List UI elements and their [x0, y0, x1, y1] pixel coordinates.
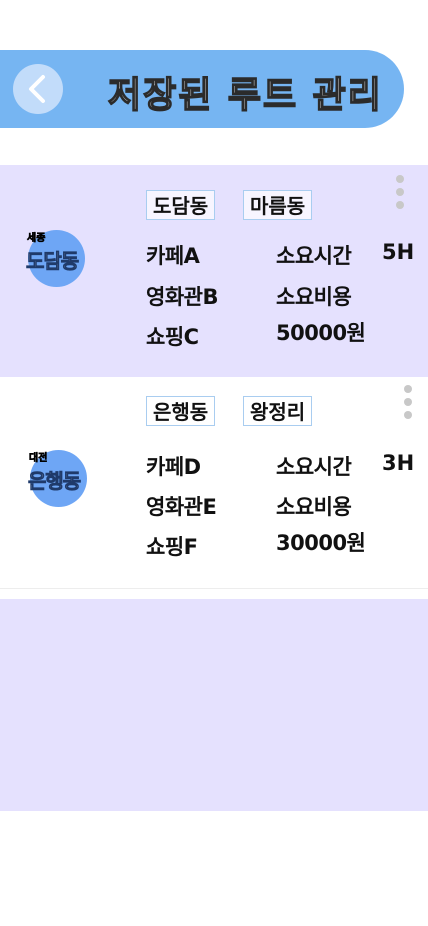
- region-badge: 대전 은행동: [28, 450, 87, 507]
- time-label: 소요시간: [276, 244, 352, 268]
- route-tag-chip: 도담동: [146, 190, 216, 220]
- back-button[interactable]: [13, 64, 63, 114]
- saved-routes-screen: 저장된 루트 관리 세종 도담동 도담동 마름동 카페A 영화관B 쇼핑C 소요…: [0, 0, 428, 926]
- region-badge: 세종 도담동: [26, 230, 85, 287]
- region-city-label: 세종: [27, 233, 46, 245]
- route-card[interactable]: 대전 은행동 은행동 왕정리 카페D 영화관E 쇼핑F 소요시간 3H 소요비용…: [0, 379, 428, 589]
- region-dong-label: 도담동: [26, 249, 80, 274]
- more-vertical-icon[interactable]: [400, 385, 416, 425]
- route-place: 쇼핑F: [146, 535, 198, 559]
- header-bar: 저장된 루트 관리: [0, 50, 404, 128]
- cost-value: 30000원: [276, 531, 366, 555]
- more-vertical-icon[interactable]: [392, 175, 408, 215]
- route-place: 쇼핑C: [146, 325, 199, 349]
- route-card[interactable]: 세종 도담동 도담동 마름동 카페A 영화관B 쇼핑C 소요시간 5H 소요비용…: [0, 165, 428, 377]
- time-value: 3H: [382, 451, 415, 475]
- page-title: 저장된 루트 관리: [107, 74, 383, 117]
- route-tag-chip: 마름동: [243, 190, 313, 220]
- route-place: 영화관E: [146, 495, 217, 519]
- route-place: 카페D: [146, 455, 201, 479]
- time-value: 5H: [382, 240, 415, 264]
- time-label: 소요시간: [276, 455, 352, 479]
- cost-label: 소요비용: [276, 285, 352, 309]
- route-tag-chip: 왕정리: [243, 396, 313, 426]
- region-dong-label: 은행동: [28, 469, 82, 494]
- empty-route-slot: [0, 599, 428, 811]
- cost-label: 소요비용: [276, 495, 352, 519]
- region-city-label: 대전: [29, 453, 48, 465]
- route-place: 영화관B: [146, 285, 218, 309]
- chevron-left-icon: [29, 75, 45, 103]
- route-tag-chip: 은행동: [146, 396, 216, 426]
- route-place: 카페A: [146, 244, 200, 268]
- cost-value: 50000원: [276, 321, 366, 345]
